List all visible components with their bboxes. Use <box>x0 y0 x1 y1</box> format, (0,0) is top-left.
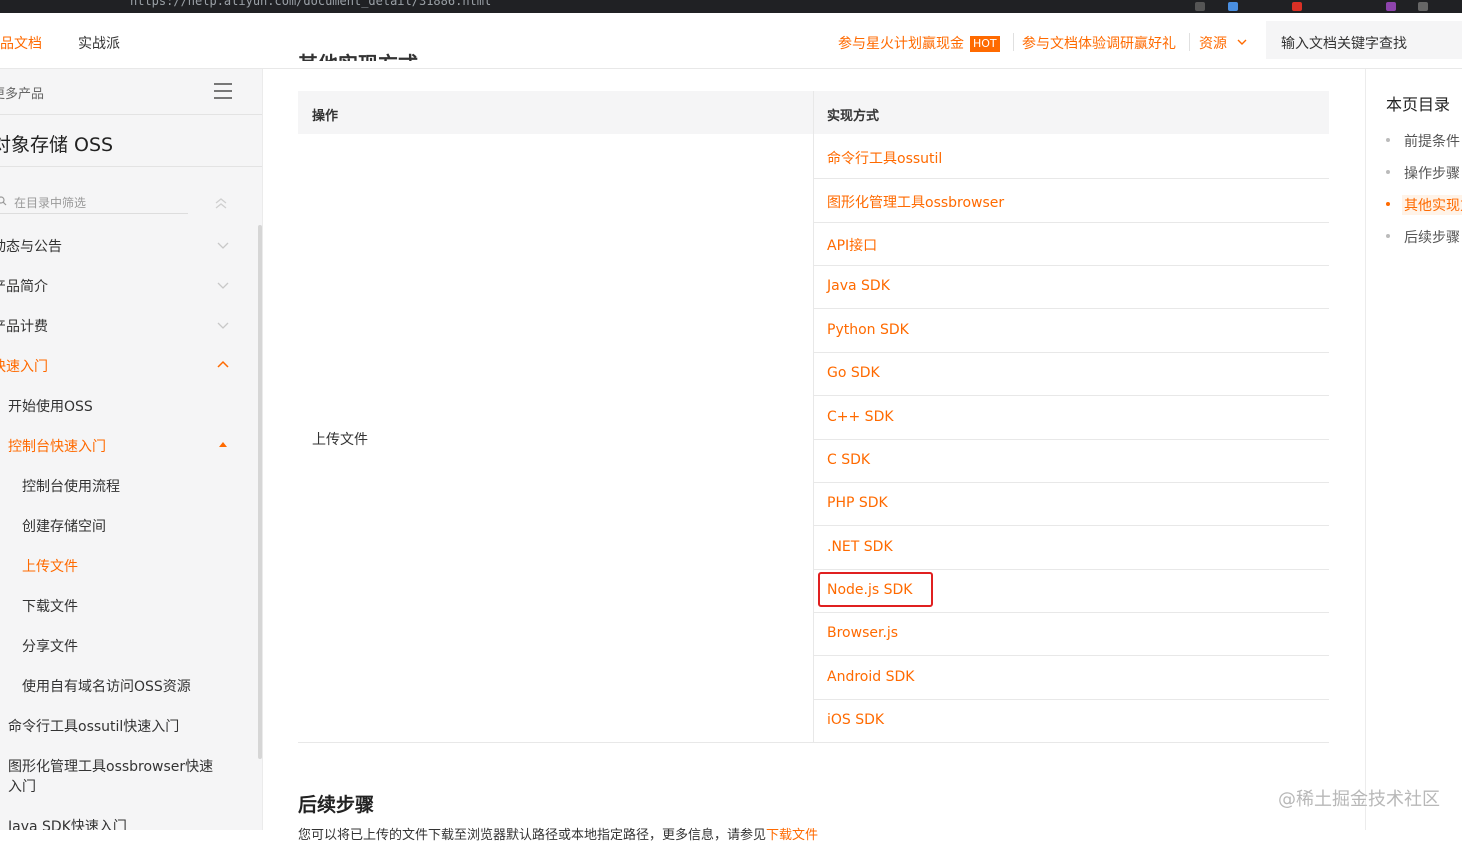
sidebar-item-getting-started[interactable]: 开始使用OSS <box>8 396 93 416</box>
method-link-cpp-sdk[interactable]: C++ SDK <box>827 409 894 425</box>
promo-link-survey[interactable]: 参与文档体验调研赢好礼 <box>1022 33 1176 53</box>
chevron-down-icon[interactable] <box>216 241 230 251</box>
sidebar-divider <box>0 166 262 167</box>
sidebar-item-quickstart[interactable]: 快速入门 <box>0 356 48 376</box>
toc-item-next-steps[interactable]: 后续步骤 <box>1404 227 1460 247</box>
table-row: Python SDK <box>813 309 1329 353</box>
search-icon <box>0 196 7 206</box>
sidebar-item-ossbrowser-quickstart[interactable]: 图形化管理工具ossbrowser快速 <box>8 756 213 776</box>
address-bar[interactable]: https://help.aliyun.com/document_detail/… <box>130 0 491 8</box>
next-steps-text: 您可以将已上传的文件下载至浏览器默认路径或本地指定路径，更多信息，请参见下载文件 <box>298 824 818 843</box>
sidebar-item-upload-file[interactable]: 上传文件 <box>22 556 78 576</box>
chevron-up-icon[interactable] <box>216 359 230 369</box>
table-row: Browser.js <box>813 612 1329 656</box>
sidebar-item-announcements[interactable]: 动态与公告 <box>0 236 62 256</box>
resources-dropdown[interactable]: 资源 <box>1199 33 1247 53</box>
resources-label: 资源 <box>1199 36 1227 52</box>
toc-bullet <box>1386 234 1390 238</box>
sidebar-item-ossutil-quickstart[interactable]: 命令行工具ossutil快速入门 <box>8 716 179 736</box>
toc-divider <box>1365 69 1366 830</box>
table-header-operation: 操作 <box>312 109 339 124</box>
sidebar-item-ossbrowser-quickstart-cont[interactable]: 入门 <box>8 776 36 796</box>
chevron-down-icon <box>1237 39 1247 45</box>
caret-up-icon[interactable] <box>216 439 230 449</box>
extension-icon[interactable] <box>1386 2 1396 11</box>
highlight-box <box>818 572 933 607</box>
table-row: 图形化管理工具ossbrowser <box>813 179 1329 223</box>
method-link-ossutil[interactable]: 命令行工具ossutil <box>827 148 942 168</box>
next-steps-heading: 后续步骤 <box>298 794 375 816</box>
sidebar-item-pricing[interactable]: 产品计费 <box>0 316 48 336</box>
method-link-python-sdk[interactable]: Python SDK <box>827 322 909 338</box>
sidebar-item-create-bucket[interactable]: 创建存储空间 <box>22 516 106 536</box>
table-cell-operation: 上传文件 <box>312 432 368 448</box>
table-row: .NET SDK <box>813 526 1329 570</box>
table-row: Go SDK <box>813 352 1329 396</box>
method-link-ossbrowser[interactable]: 图形化管理工具ossbrowser <box>827 192 1004 212</box>
nav-divider <box>1189 33 1190 51</box>
table-row: PHP SDK <box>813 482 1329 526</box>
method-link-dotnet-sdk[interactable]: .NET SDK <box>827 539 893 555</box>
toc-bullet <box>1386 138 1390 142</box>
collapse-all-icon[interactable] <box>214 197 228 209</box>
sidebar-divider <box>0 114 262 115</box>
method-link-go-sdk[interactable]: Go SDK <box>827 365 880 381</box>
method-link-ios-sdk[interactable]: iOS SDK <box>827 712 884 728</box>
method-link-api[interactable]: API接口 <box>827 235 877 255</box>
sidebar-item-share-file[interactable]: 分享文件 <box>22 636 78 656</box>
sidebar-item-console-flow[interactable]: 控制台使用流程 <box>22 476 120 496</box>
sidebar-item-custom-domain[interactable]: 使用自有域名访问OSS资源 <box>22 676 191 696</box>
table-header-method: 实现方式 <box>827 109 880 124</box>
method-link-php-sdk[interactable]: PHP SDK <box>827 495 888 511</box>
sidebar: 更多产品 对象存储 OSS 在目录中筛选 动态与公告 产品简介 产品计费 快速入… <box>0 69 263 830</box>
toc-item-steps[interactable]: 操作步骤 <box>1404 163 1460 183</box>
filter-placeholder: 在目录中筛选 <box>14 196 87 210</box>
menu-icon[interactable] <box>214 83 232 99</box>
method-link-browserjs[interactable]: Browser.js <box>827 625 898 641</box>
table-row: 命令行工具ossutil <box>813 135 1329 179</box>
extension-icon[interactable] <box>1418 2 1428 11</box>
sidebar-filter-input[interactable]: 在目录中筛选 <box>0 191 188 214</box>
sidebar-item-java-sdk-quickstart[interactable]: Java SDK快速入门 <box>8 816 127 830</box>
hot-badge: HOT <box>970 36 1000 52</box>
sidebar-item-intro[interactable]: 产品简介 <box>0 276 48 296</box>
chevron-down-icon[interactable] <box>216 321 230 331</box>
method-link-c-sdk[interactable]: C SDK <box>827 452 870 468</box>
table-row: API接口 <box>813 222 1329 266</box>
extension-icon[interactable] <box>1195 2 1205 11</box>
sidebar-item-download-file[interactable]: 下载文件 <box>22 596 78 616</box>
extension-icon[interactable] <box>1228 2 1238 11</box>
table-row: iOS SDK <box>813 699 1329 742</box>
product-title[interactable]: 对象存储 OSS <box>0 130 113 157</box>
search-input[interactable]: 输入文档关键字查找 <box>1266 21 1462 59</box>
more-products-link[interactable]: 更多产品 <box>0 83 44 102</box>
toc-item-other-methods[interactable]: 其他实现方式 <box>1402 195 1462 215</box>
table-row: C SDK <box>813 439 1329 483</box>
toc-bullet <box>1386 202 1390 206</box>
nav-product-docs[interactable]: 产品文档 <box>0 33 42 53</box>
download-file-link[interactable]: 下载文件 <box>766 828 818 843</box>
promo-label: 参与星火计划赢现金 <box>838 36 964 52</box>
extension-icon[interactable] <box>1292 2 1302 11</box>
table-row: Java SDK <box>813 265 1329 309</box>
top-nav: 产品文档 实战派 参与星火计划赢现金 HOT 参与文档体验调研赢好礼 资源 输入文… <box>0 13 1462 69</box>
browser-toolbar: https://help.aliyun.com/document_detail/… <box>0 0 1462 13</box>
sidebar-item-console-quickstart[interactable]: 控制台快速入门 <box>8 436 106 456</box>
table-row: C++ SDK <box>813 396 1329 440</box>
toc-item-prerequisites[interactable]: 前提条件 <box>1404 131 1460 151</box>
nav-practice[interactable]: 实战派 <box>78 33 120 53</box>
table-row: Android SDK <box>813 656 1329 700</box>
watermark: @稀土掘金技术社区 <box>1278 789 1440 810</box>
next-steps-body: 您可以将已上传的文件下载至浏览器默认路径或本地指定路径，更多信息，请参见 <box>298 828 767 843</box>
toc-bullet <box>1386 170 1390 174</box>
table-bottom-border <box>298 742 1329 743</box>
method-link-android-sdk[interactable]: Android SDK <box>827 669 914 685</box>
toc-title: 本页目录 <box>1386 95 1451 114</box>
sidebar-scrollbar[interactable] <box>258 225 262 759</box>
search-placeholder: 输入文档关键字查找 <box>1281 36 1407 52</box>
chevron-down-icon[interactable] <box>216 281 230 291</box>
nav-divider <box>1013 33 1014 51</box>
promo-link-starfire[interactable]: 参与星火计划赢现金 HOT <box>838 33 1000 53</box>
method-link-java-sdk[interactable]: Java SDK <box>827 278 890 294</box>
